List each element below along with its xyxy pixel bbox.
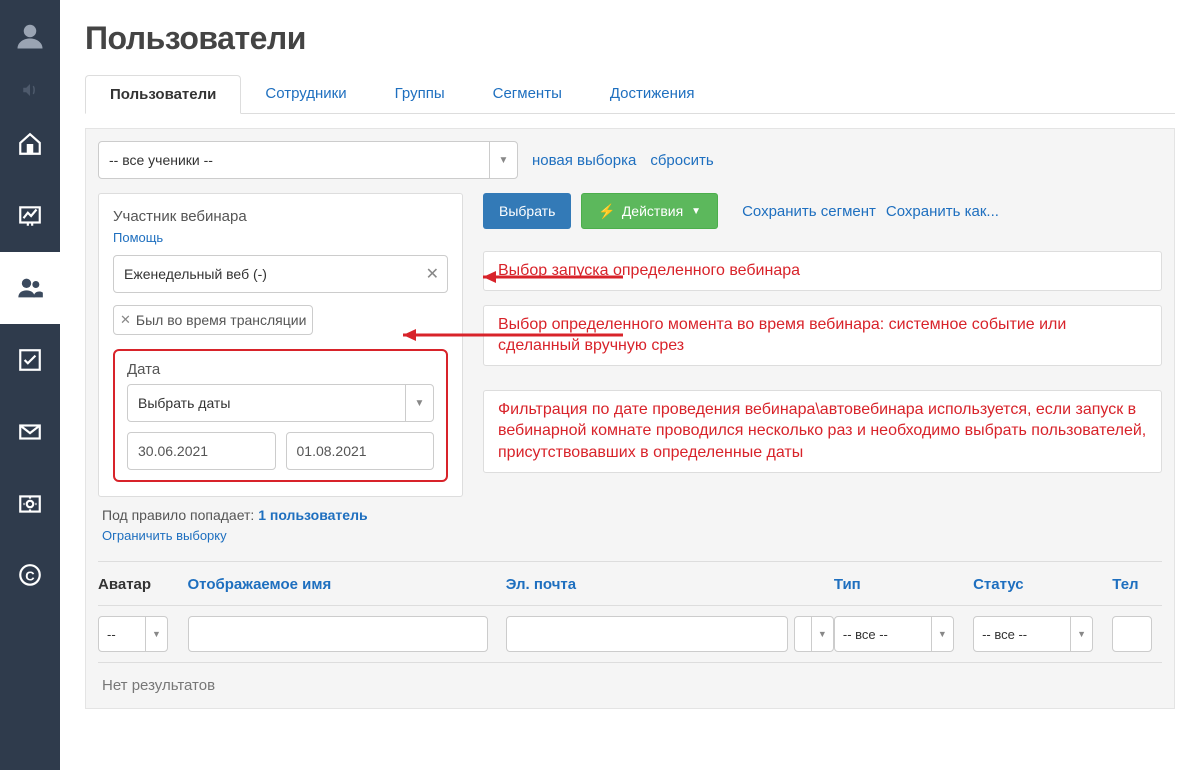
sidebar-item-users[interactable] xyxy=(0,252,60,324)
sidebar-item-settings[interactable] xyxy=(0,468,60,540)
save-as-link[interactable]: Сохранить как... xyxy=(886,203,999,220)
annotation-2: Выбор определенного момента во время веб… xyxy=(483,305,1162,366)
students-select[interactable]: -- все ученики -- ▼ xyxy=(98,141,518,179)
webinar-select-value: Еженедельный веб (-) xyxy=(124,266,267,282)
type-filter-select[interactable]: -- все -- ▼ xyxy=(834,616,954,652)
home-icon xyxy=(17,131,43,157)
sidebar-item-profile[interactable] xyxy=(0,0,60,72)
tab-groups[interactable]: Группы xyxy=(371,75,469,113)
tab-segments[interactable]: Сегменты xyxy=(469,75,586,113)
moment-tag: ✕ Был во время трансляции xyxy=(120,312,306,328)
chart-icon xyxy=(17,203,43,229)
save-segment-link[interactable]: Сохранить сегмент xyxy=(742,203,876,220)
svg-text:C: C xyxy=(25,568,35,583)
help-link[interactable]: Помощь xyxy=(113,230,163,245)
sidebar-item-chat[interactable]: C xyxy=(0,540,60,612)
date-mode-value: Выбрать даты xyxy=(138,395,230,411)
avatar-filter-select[interactable]: -- ▼ xyxy=(98,616,168,652)
tabs: Пользователи Сотрудники Группы Сегменты … xyxy=(85,75,1175,114)
remove-tag-icon[interactable]: ✕ xyxy=(120,312,131,328)
th-type[interactable]: Тип xyxy=(834,576,973,593)
tab-users[interactable]: Пользователи xyxy=(85,75,241,114)
mail-icon xyxy=(17,419,43,445)
date-from-input[interactable]: 30.06.2021 xyxy=(127,432,276,470)
email-filter-input[interactable] xyxy=(506,616,788,652)
date-to-input[interactable]: 01.08.2021 xyxy=(286,432,435,470)
bolt-icon: ⚡ xyxy=(598,203,615,220)
rule-count-link[interactable]: 1 пользователь xyxy=(258,507,367,523)
rule-match-text: Под правило попадает: 1 пользователь xyxy=(102,507,463,523)
date-filter-box: Дата Выбрать даты ▼ 30.06.2021 01.08.202… xyxy=(113,349,448,482)
new-selection-link[interactable]: новая выборка xyxy=(532,152,636,169)
users-icon xyxy=(16,274,44,302)
choose-button[interactable]: Выбрать xyxy=(483,193,571,229)
volume-icon xyxy=(21,81,39,99)
filter-panel: -- все ученики -- ▼ новая выборка сброси… xyxy=(85,128,1175,709)
check-square-icon xyxy=(17,347,43,373)
gear-box-icon xyxy=(17,491,43,517)
limit-selection-link[interactable]: Ограничить выборку xyxy=(102,528,227,543)
email-type-select[interactable]: ▼ xyxy=(794,616,834,652)
no-results-text: Нет результатов xyxy=(98,663,1162,708)
th-tel[interactable]: Тел xyxy=(1112,576,1162,593)
status-filter-select[interactable]: -- все -- ▼ xyxy=(973,616,1093,652)
th-avatar: Аватар xyxy=(98,576,188,593)
clear-webinar-icon[interactable]: ✕ xyxy=(426,264,439,284)
chevron-down-icon: ▼ xyxy=(691,206,701,217)
chevron-down-icon: ▼ xyxy=(931,617,953,651)
tab-achievements[interactable]: Достижения xyxy=(586,75,719,113)
tel-filter-input[interactable] xyxy=(1112,616,1152,652)
th-status[interactable]: Статус xyxy=(973,576,1112,593)
annotation-1: Выбор запуска определенного вебинара xyxy=(483,251,1162,291)
moment-tag-input[interactable]: ✕ Был во время трансляции xyxy=(113,305,313,335)
sidebar-item-volume[interactable] xyxy=(0,72,60,108)
user-icon xyxy=(15,21,45,51)
sidebar-item-home[interactable] xyxy=(0,108,60,180)
webinar-select[interactable]: Еженедельный веб (-) ✕ xyxy=(113,255,448,293)
reset-link[interactable]: сбросить xyxy=(650,152,713,169)
chevron-down-icon: ▼ xyxy=(811,617,833,651)
sidebar-item-tasks[interactable] xyxy=(0,324,60,396)
main-content: Пользователи Пользователи Сотрудники Гру… xyxy=(60,0,1200,770)
annotation-3: Фильтрация по дате проведения вебинара\а… xyxy=(483,390,1162,473)
filter-title: Участник вебинара xyxy=(113,208,448,225)
students-select-value: -- все ученики -- xyxy=(109,152,213,168)
chevron-down-icon: ▼ xyxy=(489,142,517,178)
action-row: Выбрать ⚡ Действия ▼ Сохранить сегмент С… xyxy=(483,193,1162,229)
th-email[interactable]: Эл. почта xyxy=(506,576,834,593)
moment-tag-label: Был во время трансляции xyxy=(136,312,307,328)
sidebar: C xyxy=(0,0,60,770)
actions-dropdown-button[interactable]: ⚡ Действия ▼ xyxy=(581,193,718,229)
webinar-filter-card: Участник вебинара Помощь Еженедельный ве… xyxy=(98,193,463,497)
chevron-down-icon: ▼ xyxy=(405,385,433,421)
name-filter-input[interactable] xyxy=(188,616,488,652)
chat-c-icon: C xyxy=(17,563,43,589)
chevron-down-icon: ▼ xyxy=(1070,617,1092,651)
tab-employees[interactable]: Сотрудники xyxy=(241,75,370,113)
sidebar-item-mail[interactable] xyxy=(0,396,60,468)
sidebar-item-chart[interactable] xyxy=(0,180,60,252)
page-title: Пользователи xyxy=(85,20,1175,57)
date-mode-select[interactable]: Выбрать даты ▼ xyxy=(127,384,434,422)
chevron-down-icon: ▼ xyxy=(145,617,167,651)
results-table: Аватар Отображаемое имя Эл. почта Тип Ст… xyxy=(98,561,1162,708)
date-label: Дата xyxy=(127,361,434,378)
th-name[interactable]: Отображаемое имя xyxy=(188,576,506,593)
